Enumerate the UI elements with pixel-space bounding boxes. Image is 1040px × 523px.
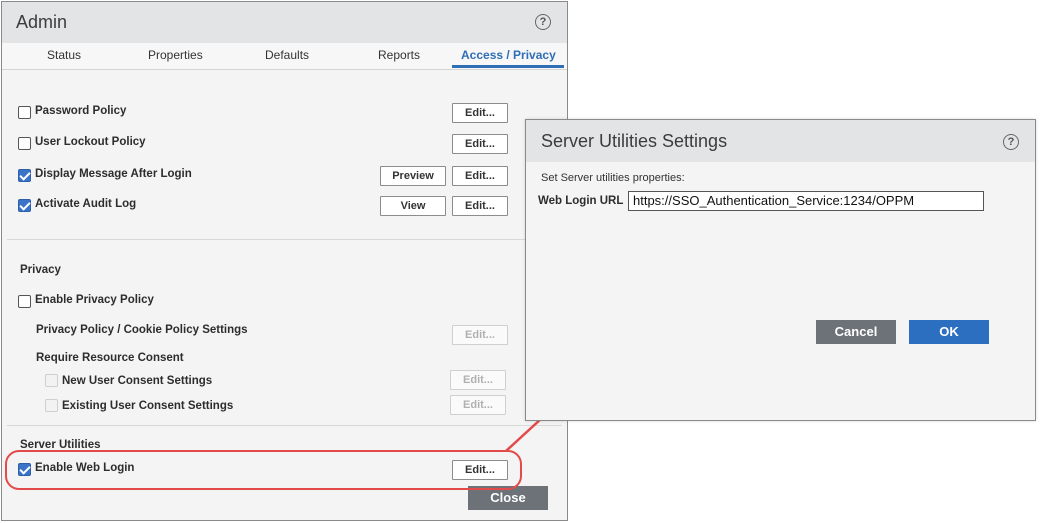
ok-button[interactable]: OK [909, 320, 989, 344]
dialog-subtitle: Set Server utilities properties: [541, 172, 685, 184]
new-user-consent-edit-button[interactable]: Edit... [450, 370, 506, 390]
cookie-policy-edit-button[interactable]: Edit... [452, 325, 508, 345]
tab-access-privacy[interactable]: Access / Privacy [461, 48, 556, 62]
tab-properties[interactable]: Properties [148, 48, 203, 62]
enable-privacy-policy-label: Enable Privacy Policy [35, 294, 154, 306]
admin-panel: Admin ? Status Properties Defaults Repor… [1, 1, 568, 521]
help-icon[interactable]: ? [535, 14, 551, 30]
admin-title: Admin [16, 12, 68, 32]
admin-header: Admin ? [2, 2, 567, 43]
tab-defaults[interactable]: Defaults [265, 48, 309, 62]
new-user-consent-checkbox[interactable] [45, 374, 58, 387]
section-divider [7, 425, 562, 426]
tab-reports[interactable]: Reports [378, 48, 420, 62]
dialog-header: Server Utilities Settings ? [526, 120, 1035, 162]
require-resource-consent-label: Require Resource Consent [36, 352, 184, 364]
enable-privacy-policy-checkbox[interactable] [18, 295, 31, 308]
display-message-label: Display Message After Login [35, 168, 192, 180]
section-divider [7, 239, 562, 240]
tab-status[interactable]: Status [47, 48, 81, 62]
web-login-url-input[interactable] [628, 191, 984, 211]
password-policy-checkbox[interactable] [18, 106, 31, 119]
highlight-callout [5, 450, 522, 490]
display-message-preview-button[interactable]: Preview [380, 166, 446, 186]
existing-user-consent-checkbox[interactable] [45, 399, 58, 412]
display-message-edit-button[interactable]: Edit... [452, 166, 508, 186]
cancel-button[interactable]: Cancel [816, 320, 896, 344]
cookie-policy-label: Privacy Policy / Cookie Policy Settings [36, 324, 248, 336]
dialog-title: Server Utilities Settings [541, 131, 728, 151]
user-lockout-policy-checkbox[interactable] [18, 137, 31, 150]
user-lockout-edit-button[interactable]: Edit... [452, 134, 508, 154]
privacy-heading: Privacy [20, 264, 61, 276]
password-policy-label: Password Policy [35, 105, 127, 117]
existing-user-consent-edit-button[interactable]: Edit... [450, 395, 506, 415]
password-policy-edit-button[interactable]: Edit... [452, 103, 508, 123]
audit-log-view-button[interactable]: View [380, 196, 446, 216]
existing-user-consent-label: Existing User Consent Settings [62, 400, 234, 412]
display-message-checkbox[interactable] [18, 169, 31, 182]
user-lockout-policy-label: User Lockout Policy [35, 136, 146, 148]
active-tab-indicator [452, 65, 564, 68]
activate-audit-log-checkbox[interactable] [18, 199, 31, 212]
tab-bar: Status Properties Defaults Reports Acces… [2, 43, 567, 70]
server-utilities-dialog: Server Utilities Settings ? Set Server u… [525, 119, 1036, 421]
help-icon[interactable]: ? [1003, 134, 1019, 150]
new-user-consent-label: New User Consent Settings [62, 375, 213, 387]
web-login-url-label: Web Login URL [538, 195, 624, 207]
audit-log-edit-button[interactable]: Edit... [452, 196, 508, 216]
activate-audit-log-label: Activate Audit Log [35, 198, 137, 210]
